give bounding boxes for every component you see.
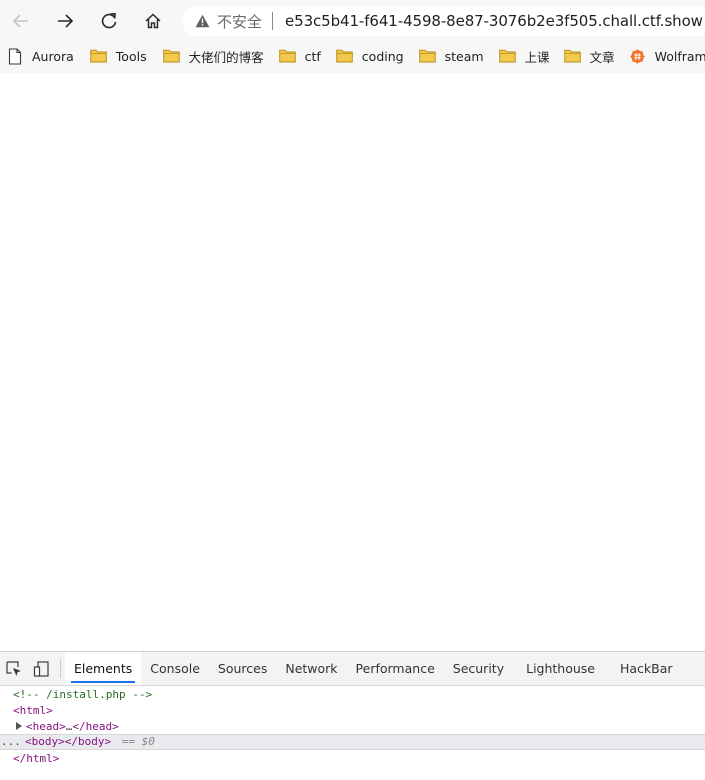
folder-icon xyxy=(279,48,297,64)
bookmark-label: coding xyxy=(361,48,404,64)
devtools-toolbar: Elements Console Sources Network Perform… xyxy=(0,652,705,686)
refresh-icon xyxy=(101,12,117,29)
head-close-tag: </head> xyxy=(72,720,119,733)
tree-line-comment[interactable]: <!-- /install.php --> xyxy=(0,687,705,703)
tab-security[interactable]: Security xyxy=(444,652,513,685)
elements-tree: <!-- /install.php --> <html> <head>…</he… xyxy=(0,686,705,780)
folder-icon xyxy=(419,48,437,64)
inspect-cursor-icon xyxy=(6,660,21,676)
head-open-tag: <head> xyxy=(26,720,66,733)
device-toolbar-button[interactable] xyxy=(28,652,56,685)
more-options-dots[interactable]: ... xyxy=(1,735,21,749)
warning-icon[interactable] xyxy=(194,13,210,29)
inspect-element-button[interactable] xyxy=(0,652,28,685)
folder-icon xyxy=(336,48,354,64)
bookmark-label: Aurora xyxy=(32,48,74,64)
folder-icon xyxy=(564,48,582,64)
expand-triangle-icon[interactable] xyxy=(16,722,22,730)
tab-performance[interactable]: Performance xyxy=(347,652,444,685)
forward-arrow-icon xyxy=(58,14,74,28)
html-open-tag: <html> xyxy=(13,704,53,717)
bookmark-coding[interactable]: coding xyxy=(330,43,410,69)
bookmark-wolfram[interactable]: Wolfram|Alpha xyxy=(623,43,705,69)
home-icon xyxy=(145,13,161,29)
tab-network[interactable]: Network xyxy=(276,652,346,685)
bookmark-steam[interactable]: steam xyxy=(413,43,490,69)
folder-icon xyxy=(499,48,517,64)
bookmarks-bar: Aurora Tools 大佬们的博客 ctf coding steam 上课 … xyxy=(0,40,705,72)
bookmark-label: Tools xyxy=(115,48,147,64)
forward-button[interactable] xyxy=(50,6,80,36)
bookmark-label: Wolfram|Alpha xyxy=(654,48,705,64)
tab-console[interactable]: Console xyxy=(141,652,209,685)
back-button[interactable] xyxy=(6,6,36,36)
bookmark-label: 大佬们的博客 xyxy=(188,49,264,65)
url-text[interactable]: e53c5b41-f641-4598-8e87-3076b2e3f505.cha… xyxy=(285,12,703,30)
page-icon xyxy=(6,47,24,65)
navigation-bar: 不安全 e53c5b41-f641-4598-8e87-3076b2e3f505… xyxy=(0,0,705,40)
bookmark-tools[interactable]: Tools xyxy=(84,43,153,69)
tree-line-html-open[interactable]: <html> xyxy=(0,703,705,719)
bookmark-articles[interactable]: 文章 xyxy=(558,43,621,69)
bookmark-label: 上课 xyxy=(524,49,550,65)
bookmark-class[interactable]: 上课 xyxy=(493,43,556,69)
tab-elements[interactable]: Elements xyxy=(65,652,142,685)
security-status[interactable]: 不安全 xyxy=(217,11,262,32)
tab-hackbar[interactable]: HackBar xyxy=(604,652,682,685)
selected-node-marker: == $0 xyxy=(121,735,155,748)
tree-line-body-selected[interactable]: ... <body></body> == $0 xyxy=(0,734,705,750)
address-divider xyxy=(272,12,274,30)
page-content xyxy=(0,73,705,651)
refresh-button[interactable] xyxy=(94,6,124,36)
device-icon xyxy=(33,660,49,677)
wolfram-icon xyxy=(629,48,647,64)
tree-line-html-close[interactable]: </html> xyxy=(0,751,705,767)
tab-sources[interactable]: Sources xyxy=(209,652,276,685)
bookmark-label: steam xyxy=(444,48,484,64)
bookmark-blogs[interactable]: 大佬们的博客 xyxy=(157,43,270,69)
bookmark-label: 文章 xyxy=(589,49,615,65)
folder-icon xyxy=(163,48,181,64)
folder-icon xyxy=(90,48,108,64)
devtools-panel: Elements Console Sources Network Perform… xyxy=(0,651,705,780)
home-button[interactable] xyxy=(138,6,168,36)
body-open-tag: <body> xyxy=(25,735,65,748)
browser-chrome: 不安全 e53c5b41-f641-4598-8e87-3076b2e3f505… xyxy=(0,0,705,74)
bookmark-label: ctf xyxy=(304,48,321,64)
back-arrow-icon xyxy=(12,14,28,28)
html-close-tag: </html> xyxy=(13,752,60,765)
bookmark-aurora[interactable]: Aurora xyxy=(0,43,80,69)
toolbar-divider xyxy=(60,659,61,678)
tree-line-head[interactable]: <head>…</head> xyxy=(0,719,705,735)
tab-lighthouse[interactable]: Lighthouse xyxy=(513,652,604,685)
address-bar[interactable]: 不安全 e53c5b41-f641-4598-8e87-3076b2e3f505… xyxy=(182,6,705,36)
bookmark-ctf[interactable]: ctf xyxy=(273,43,327,69)
html-comment: <!-- /install.php --> xyxy=(13,688,153,701)
body-close-tag: </body> xyxy=(64,735,112,748)
